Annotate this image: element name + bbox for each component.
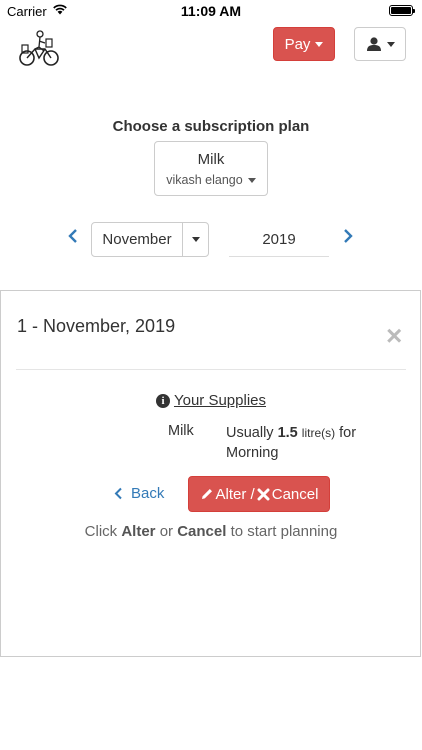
- plan-name: Milk: [197, 151, 225, 168]
- caret-down-icon: [315, 41, 324, 47]
- hint-alter: Alter: [121, 523, 156, 540]
- caret-down-icon: [191, 237, 200, 242]
- next-month-button[interactable]: [342, 227, 354, 250]
- chevron-left-icon: [68, 229, 77, 243]
- hint-post: to start planning: [230, 523, 338, 540]
- supply-slot: Morning: [226, 445, 279, 461]
- planning-hint: Click Alter or Cancel to start planning: [0, 523, 422, 540]
- supply-unit: litre(s): [301, 426, 336, 440]
- previous-month-button[interactable]: [67, 227, 79, 250]
- plan-user: vikash elango: [155, 173, 267, 187]
- pencil-icon: [201, 489, 212, 499]
- month-dropdown-toggle[interactable]: [183, 223, 208, 256]
- supply-prefix: Usually: [226, 425, 274, 441]
- hint-or: or: [159, 523, 174, 540]
- hint-cancel: Cancel: [177, 523, 227, 540]
- caret-down-icon: [247, 177, 256, 183]
- status-bar: Carrier 11:09 AM: [0, 0, 422, 22]
- chevron-left-icon: [114, 487, 122, 500]
- year-input[interactable]: [229, 222, 329, 257]
- cancel-label: Cancel: [271, 485, 319, 503]
- close-icon[interactable]: ×: [386, 322, 402, 350]
- clock: 11:09 AM: [180, 3, 242, 19]
- user-menu-button[interactable]: [354, 27, 406, 61]
- panel-title: 1 - November, 2019: [17, 316, 176, 336]
- month-dropdown[interactable]: November: [91, 222, 209, 257]
- plan-selector[interactable]: Milk vikash elango: [154, 141, 268, 196]
- back-button[interactable]: Back: [114, 485, 164, 502]
- supply-quantity: 1.5: [277, 425, 298, 441]
- plan-heading: Choose a subscription plan: [112, 118, 310, 135]
- battery-icon: [389, 5, 415, 16]
- info-icon: i: [155, 394, 170, 408]
- pay-button-label: Pay: [284, 35, 311, 53]
- bicycle-delivery-logo[interactable]: [18, 27, 60, 69]
- month-label: November: [92, 223, 183, 256]
- alter-cancel-button[interactable]: Alter / Cancel: [188, 476, 330, 512]
- alter-label: Alter /: [215, 485, 255, 503]
- supplies-heading: i Your Supplies: [0, 392, 422, 409]
- supply-suffix: for: [339, 425, 357, 441]
- x-mark-icon: [257, 488, 270, 500]
- hint-pre: Click: [84, 523, 118, 540]
- caret-down-icon: [386, 41, 395, 47]
- supplies-heading-label: Your Supplies: [173, 392, 266, 409]
- back-button-label: Back: [131, 485, 165, 502]
- supply-item-name: Milk: [168, 423, 194, 439]
- divider: [16, 369, 406, 370]
- plan-user-name: vikash elango: [166, 173, 243, 187]
- pay-button[interactable]: Pay: [273, 27, 335, 61]
- chevron-right-icon: [344, 229, 353, 243]
- user-icon: [366, 37, 381, 51]
- day-detail-panel: [0, 290, 421, 657]
- supply-item-description: Usually 1.5 litre(s) for Morning: [226, 423, 396, 463]
